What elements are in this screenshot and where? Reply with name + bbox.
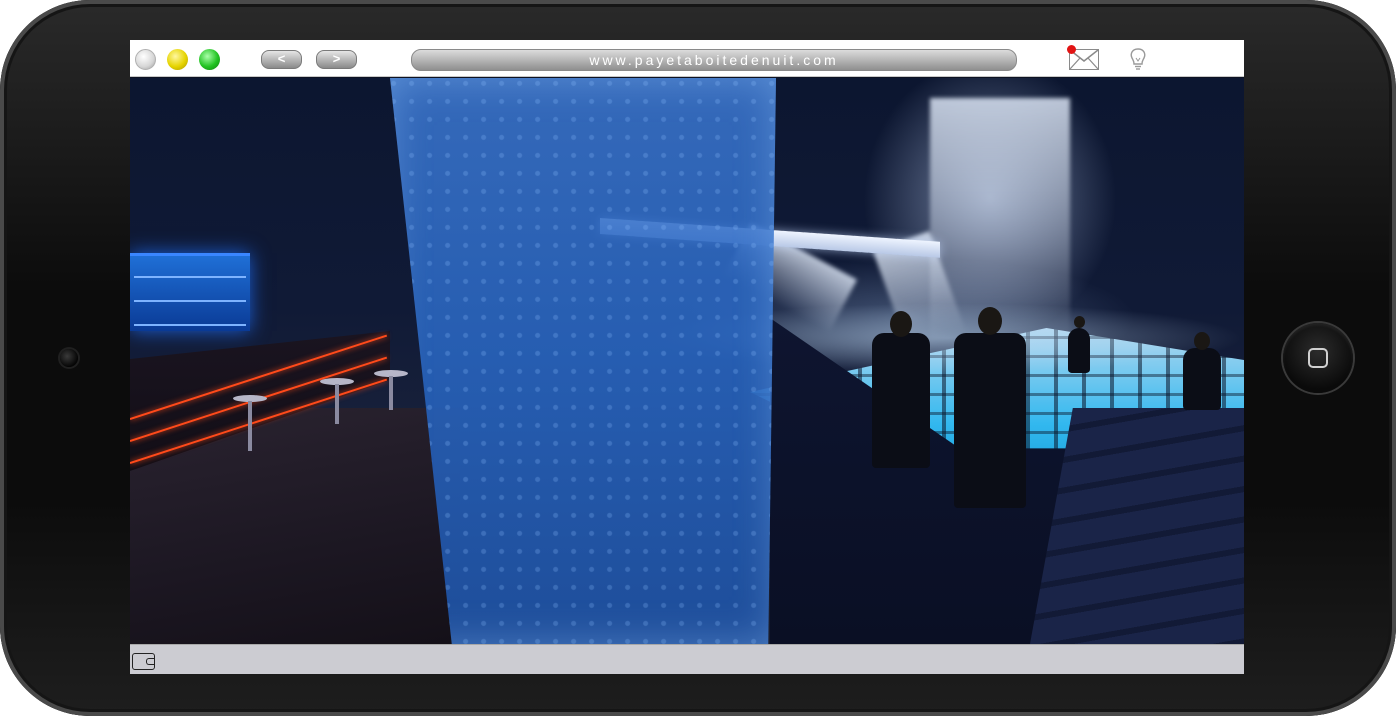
character-npc-far[interactable] — [1068, 316, 1090, 373]
window-control-green[interactable] — [199, 49, 220, 70]
character-silhouette[interactable] — [872, 311, 930, 468]
front-camera — [60, 349, 78, 367]
home-button[interactable] — [1283, 323, 1353, 393]
home-square-icon — [1308, 348, 1328, 368]
wallet-flap — [146, 658, 155, 665]
window-control-yellow[interactable] — [167, 49, 188, 70]
bubble-water-column — [390, 78, 776, 644]
nightclub-scene[interactable] — [130, 78, 1244, 644]
mail-unread-indicator — [1067, 45, 1076, 54]
wallet-icon[interactable] — [132, 653, 155, 670]
forward-button[interactable]: > — [316, 50, 357, 69]
bar-shelf — [130, 253, 250, 331]
bar-stool-leg — [389, 376, 393, 410]
bar-stool-leg — [248, 401, 252, 451]
status-bar — [130, 644, 1244, 674]
character-player[interactable] — [954, 307, 1026, 508]
lightbulb-icon[interactable] — [1128, 47, 1148, 72]
tablet-frame: < > www.payetaboitedenuit.com — [0, 0, 1396, 716]
back-button[interactable]: < — [261, 50, 302, 69]
tablet-screen: < > www.payetaboitedenuit.com — [130, 40, 1244, 674]
character-npc-right[interactable] — [1183, 332, 1221, 410]
window-control-white[interactable] — [135, 49, 156, 70]
address-bar[interactable]: www.payetaboitedenuit.com — [411, 49, 1017, 71]
browser-toolbar: < > www.payetaboitedenuit.com — [130, 40, 1244, 77]
bar-stool-leg — [335, 384, 339, 424]
